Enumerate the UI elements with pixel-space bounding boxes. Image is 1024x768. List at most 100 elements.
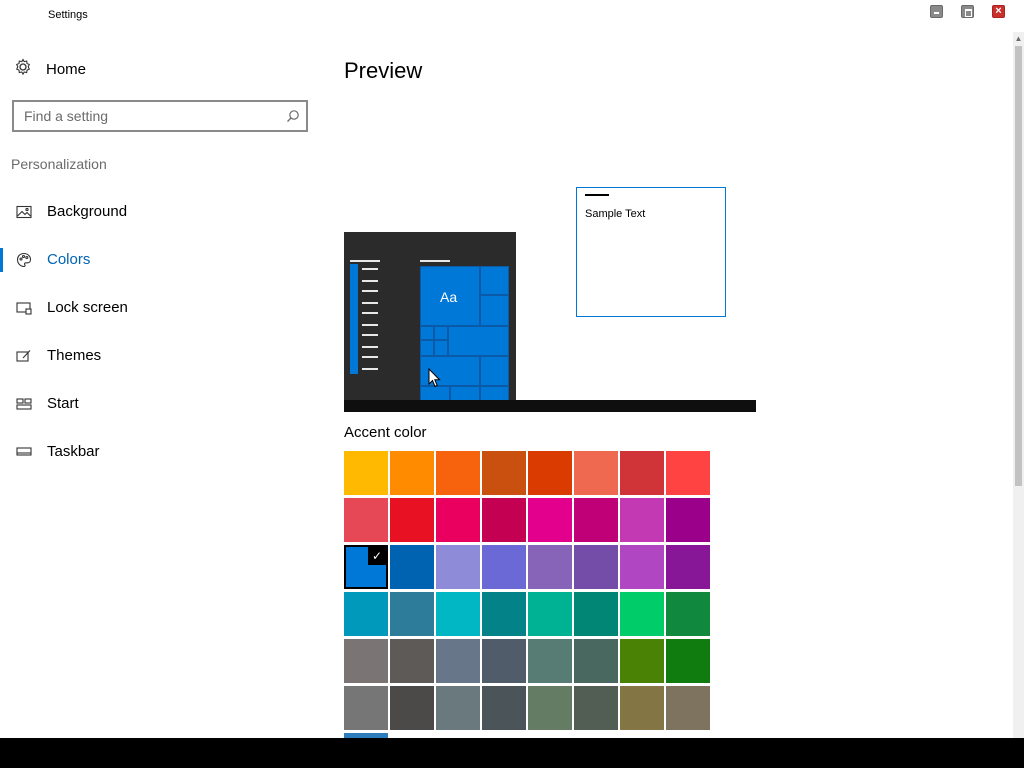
scrollbar[interactable]: ▲	[1013, 32, 1024, 738]
accent-swatch[interactable]	[344, 592, 388, 636]
sidebar-item-label: Colors	[47, 251, 91, 268]
accent-swatch[interactable]	[620, 498, 664, 542]
start-menu-list-line	[362, 368, 378, 370]
scroll-up-arrow-icon[interactable]: ▲	[1013, 34, 1024, 44]
accent-swatch[interactable]	[574, 639, 618, 683]
palette-icon	[16, 252, 32, 268]
accent-swatch[interactable]	[528, 545, 572, 589]
accent-swatch[interactable]	[528, 592, 572, 636]
accent-swatch[interactable]	[436, 639, 480, 683]
search-input[interactable]	[14, 102, 274, 130]
image-icon	[16, 204, 32, 220]
search-icon[interactable]	[286, 109, 300, 128]
sidebar-item-label: Background	[47, 203, 128, 220]
start-menu-list-line	[362, 290, 378, 292]
mouse-cursor-icon	[428, 367, 442, 393]
taskbar-icon	[16, 444, 32, 460]
accent-swatch[interactable]	[390, 639, 434, 683]
accent-swatch[interactable]	[620, 686, 664, 730]
accent-swatch[interactable]	[528, 686, 572, 730]
start-icon	[16, 396, 32, 412]
accent-swatch[interactable]	[574, 451, 618, 495]
scroll-thumb[interactable]	[1015, 46, 1022, 486]
start-menu-list-line	[362, 268, 378, 270]
accent-swatch[interactable]	[666, 451, 710, 495]
accent-swatch[interactable]	[344, 451, 388, 495]
selected-indicator	[0, 248, 3, 272]
accent-swatch[interactable]	[528, 639, 572, 683]
lock-screen-icon	[16, 300, 32, 316]
accent-swatch[interactable]	[482, 451, 526, 495]
start-menu-list-line	[362, 334, 378, 336]
themes-icon	[16, 348, 32, 364]
start-tile	[480, 266, 509, 295]
accent-swatch[interactable]	[390, 451, 434, 495]
accent-swatch[interactable]	[574, 686, 618, 730]
accent-swatch[interactable]: ✓	[344, 545, 388, 589]
sidebar-item-colors[interactable]: Colors	[0, 248, 320, 272]
accent-swatch[interactable]	[344, 686, 388, 730]
start-menu-list-line	[362, 324, 378, 326]
accent-swatch[interactable]	[620, 639, 664, 683]
accent-swatch[interactable]	[620, 451, 664, 495]
maximize-button[interactable]	[961, 5, 974, 18]
sample-title-bar	[585, 194, 609, 196]
accent-swatch[interactable]	[528, 451, 572, 495]
accent-swatch[interactable]	[528, 498, 572, 542]
accent-swatch[interactable]	[482, 639, 526, 683]
sidebar-item-start[interactable]: Start	[0, 392, 320, 416]
gear-icon	[14, 57, 32, 81]
system-taskbar	[0, 738, 1024, 768]
accent-swatch[interactable]	[344, 639, 388, 683]
accent-swatch[interactable]	[482, 545, 526, 589]
accent-swatch[interactable]	[390, 686, 434, 730]
sidebar-item-background[interactable]: Background	[0, 200, 320, 224]
start-tile	[480, 295, 509, 326]
sidebar-item-label: Themes	[47, 347, 102, 364]
window-title: Settings	[48, 9, 88, 21]
start-tile	[480, 356, 509, 386]
start-tile	[434, 340, 448, 356]
preview-taskbar	[344, 400, 756, 412]
accent-swatch[interactable]	[344, 498, 388, 542]
sample-window-preview: Sample Text	[576, 187, 726, 317]
accent-swatch[interactable]	[390, 545, 434, 589]
start-menu-list-line	[362, 280, 378, 282]
start-menu-list-line	[362, 346, 378, 348]
accent-swatch[interactable]	[620, 592, 664, 636]
tile-label: Aa	[440, 289, 458, 305]
accent-swatch[interactable]	[666, 545, 710, 589]
accent-swatch[interactable]	[436, 545, 480, 589]
accent-swatch[interactable]	[482, 686, 526, 730]
start-tile	[448, 326, 509, 356]
accent-swatch[interactable]	[390, 592, 434, 636]
start-tile	[434, 326, 448, 340]
sample-text: Sample Text	[585, 208, 646, 220]
accent-swatch[interactable]	[436, 451, 480, 495]
accent-swatch[interactable]	[436, 686, 480, 730]
accent-swatch[interactable]	[390, 498, 434, 542]
sidebar-item-lock-screen[interactable]: Lock screen	[0, 296, 320, 320]
accent-swatch[interactable]	[482, 592, 526, 636]
accent-swatch[interactable]	[574, 545, 618, 589]
accent-swatch[interactable]	[574, 592, 618, 636]
accent-swatch[interactable]	[436, 498, 480, 542]
accent-swatch[interactable]	[620, 545, 664, 589]
search-box[interactable]	[12, 100, 308, 132]
accent-swatch[interactable]	[666, 639, 710, 683]
accent-swatch[interactable]	[574, 498, 618, 542]
section-title: Personalization	[11, 156, 107, 172]
accent-swatch[interactable]	[666, 498, 710, 542]
home-link[interactable]: Home	[14, 57, 86, 81]
sidebar-item-themes[interactable]: Themes	[0, 344, 320, 368]
accent-swatch[interactable]	[666, 592, 710, 636]
accent-swatch[interactable]	[666, 686, 710, 730]
close-button[interactable]: ×	[992, 5, 1005, 18]
accent-swatch[interactable]	[482, 498, 526, 542]
start-menu-list-line	[350, 260, 380, 262]
sidebar-item-taskbar[interactable]: Taskbar	[0, 440, 320, 464]
start-menu-accent-strip	[350, 264, 358, 374]
minimize-button[interactable]	[930, 5, 943, 18]
accent-swatch[interactable]	[436, 592, 480, 636]
start-menu-list-line	[362, 302, 378, 304]
